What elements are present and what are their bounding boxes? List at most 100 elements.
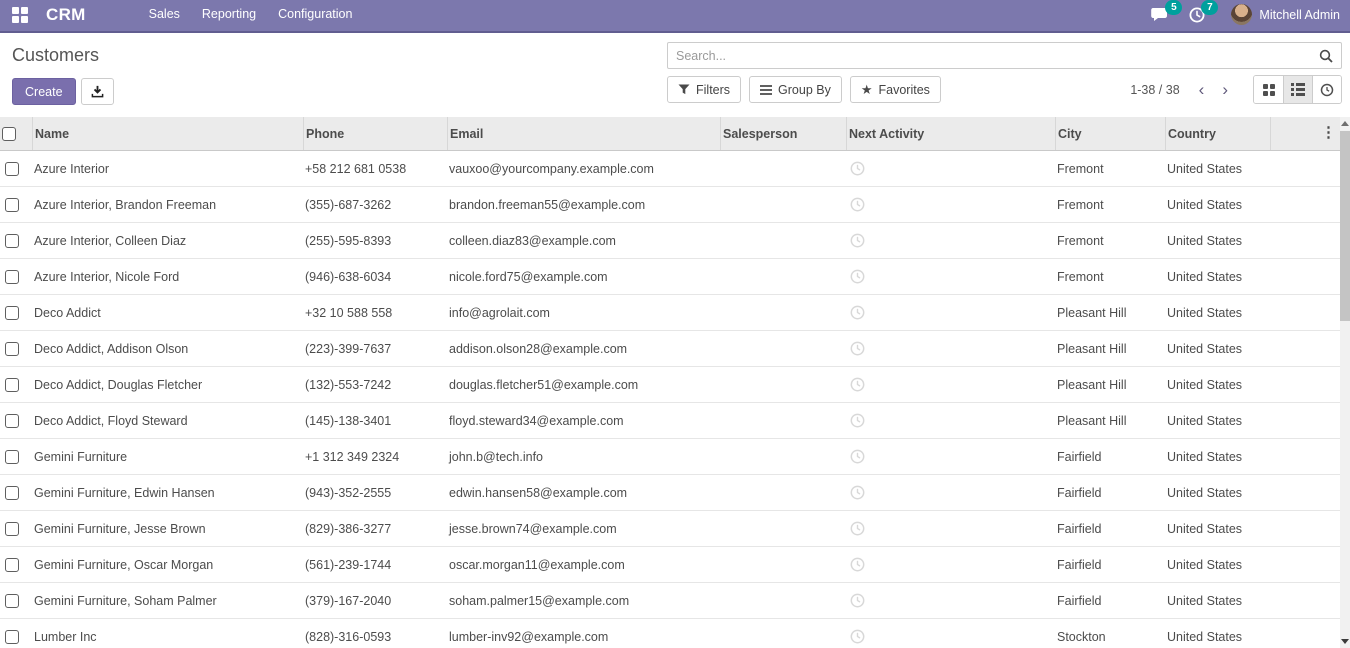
export-button[interactable] (81, 78, 114, 105)
table-row[interactable]: Deco Addict +32 10 588 558 info@agrolait… (0, 295, 1340, 331)
activities-button[interactable]: 7 (1189, 7, 1205, 23)
next-activity-clock-icon[interactable] (850, 377, 865, 392)
pager-next[interactable]: › (1213, 77, 1237, 102)
next-activity-clock-icon[interactable] (850, 341, 865, 356)
scroll-up-arrow[interactable] (1341, 121, 1349, 126)
page-title: Customers (12, 45, 667, 66)
next-activity-clock-icon[interactable] (850, 413, 865, 428)
table-row[interactable]: Deco Addict, Addison Olson (223)-399-763… (0, 331, 1340, 367)
table-row[interactable]: Azure Interior, Nicole Ford (946)-638-60… (0, 259, 1340, 295)
next-activity-clock-icon[interactable] (850, 269, 865, 284)
row-checkbox[interactable] (5, 558, 19, 572)
next-activity-clock-icon[interactable] (850, 449, 865, 464)
cell-next-activity (846, 197, 1055, 212)
cell-next-activity (846, 629, 1055, 644)
pager-value[interactable]: 1-38 / 38 (1130, 83, 1179, 97)
filters-button[interactable]: Filters (667, 76, 741, 103)
vertical-scrollbar[interactable] (1340, 117, 1350, 648)
scrollbar-thumb[interactable] (1340, 131, 1350, 321)
row-checkbox[interactable] (5, 450, 19, 464)
next-activity-clock-icon[interactable] (850, 557, 865, 572)
row-checkbox-cell (0, 198, 32, 212)
table-row[interactable]: Azure Interior, Colleen Diaz (255)-595-8… (0, 223, 1340, 259)
customers-list: Name Phone Email Salesperson Next Activi… (0, 117, 1350, 648)
search-input[interactable] (668, 49, 1311, 63)
row-checkbox[interactable] (5, 630, 19, 644)
table-row[interactable]: Deco Addict, Floyd Steward (145)-138-340… (0, 403, 1340, 439)
table-row[interactable]: Azure Interior +58 212 681 0538 vauxoo@y… (0, 151, 1340, 187)
app-brand[interactable]: CRM (46, 5, 86, 25)
header-salesperson[interactable]: Salesperson (720, 117, 846, 150)
next-activity-clock-icon[interactable] (850, 233, 865, 248)
table-row[interactable]: Gemini Furniture, Edwin Hansen (943)-352… (0, 475, 1340, 511)
row-checkbox-cell (0, 558, 32, 572)
row-checkbox[interactable] (5, 270, 19, 284)
row-checkbox[interactable] (5, 234, 19, 248)
select-all-checkbox[interactable] (2, 127, 16, 141)
table-row[interactable]: Gemini Furniture +1 312 349 2324 john.b@… (0, 439, 1340, 475)
row-checkbox[interactable] (5, 198, 19, 212)
next-activity-clock-icon[interactable] (850, 305, 865, 320)
table-row[interactable]: Gemini Furniture, Soham Palmer (379)-167… (0, 583, 1340, 619)
user-name: Mitchell Admin (1259, 8, 1340, 22)
cell-name: Gemini Furniture, Edwin Hansen (32, 486, 303, 500)
header-next-activity[interactable]: Next Activity (846, 117, 1055, 150)
list-view-button[interactable] (1283, 76, 1312, 103)
row-checkbox[interactable] (5, 414, 19, 428)
search-icon (1319, 49, 1333, 63)
activity-view-button[interactable] (1312, 76, 1341, 103)
header-phone[interactable]: Phone (303, 117, 447, 150)
header-city[interactable]: City (1055, 117, 1165, 150)
next-activity-clock-icon[interactable] (850, 197, 865, 212)
kanban-view-button[interactable] (1254, 76, 1283, 103)
apps-menu-icon[interactable] (12, 7, 28, 23)
row-checkbox[interactable] (5, 342, 19, 356)
cell-phone: +32 10 588 558 (303, 306, 447, 320)
cell-phone: (145)-138-3401 (303, 414, 447, 428)
table-row[interactable]: Deco Addict, Douglas Fletcher (132)-553-… (0, 367, 1340, 403)
table-row[interactable]: Gemini Furniture, Oscar Morgan (561)-239… (0, 547, 1340, 583)
menu-sales[interactable]: Sales (138, 0, 191, 30)
table-row[interactable]: Azure Interior, Brandon Freeman (355)-68… (0, 187, 1340, 223)
next-activity-clock-icon[interactable] (850, 593, 865, 608)
row-checkbox[interactable] (5, 594, 19, 608)
table-row[interactable]: Gemini Furniture, Jesse Brown (829)-386-… (0, 511, 1340, 547)
next-activity-clock-icon[interactable] (850, 521, 865, 536)
cell-name: Gemini Furniture (32, 450, 303, 464)
search-button[interactable] (1311, 49, 1341, 63)
optional-columns-button[interactable]: ⋮ (1321, 122, 1336, 144)
row-checkbox[interactable] (5, 306, 19, 320)
header-email[interactable]: Email (447, 117, 720, 150)
create-button[interactable]: Create (12, 78, 76, 105)
table-row[interactable]: Lumber Inc (828)-316-0593 lumber-inv92@e… (0, 619, 1340, 648)
activities-badge: 7 (1201, 0, 1218, 15)
next-activity-clock-icon[interactable] (850, 161, 865, 176)
cell-email: addison.olson28@example.com (447, 342, 720, 356)
pager-previous[interactable]: ‹ (1190, 77, 1214, 102)
row-checkbox[interactable] (5, 162, 19, 176)
header-country[interactable]: Country (1165, 117, 1270, 150)
row-checkbox[interactable] (5, 378, 19, 392)
row-checkbox[interactable] (5, 486, 19, 500)
scroll-down-arrow[interactable] (1341, 639, 1349, 644)
favorites-button[interactable]: ★ Favorites (850, 76, 941, 103)
row-checkbox[interactable] (5, 522, 19, 536)
header-name[interactable]: Name (32, 117, 303, 150)
menu-reporting[interactable]: Reporting (191, 0, 267, 30)
cell-email: brandon.freeman55@example.com (447, 198, 720, 212)
next-activity-clock-icon[interactable] (850, 485, 865, 500)
cell-next-activity (846, 413, 1055, 428)
cell-country: United States (1165, 450, 1270, 464)
cell-email: jesse.brown74@example.com (447, 522, 720, 536)
user-menu[interactable]: Mitchell Admin (1231, 4, 1340, 25)
cell-phone: +58 212 681 0538 (303, 162, 447, 176)
cell-name: Azure Interior, Nicole Ford (32, 270, 303, 284)
next-activity-clock-icon[interactable] (850, 629, 865, 644)
cell-email: soham.palmer15@example.com (447, 594, 720, 608)
menu-configuration[interactable]: Configuration (267, 0, 363, 30)
group-by-button[interactable]: Group By (749, 76, 842, 103)
messages-button[interactable]: 5 (1151, 7, 1169, 23)
cell-phone: +1 312 349 2324 (303, 450, 447, 464)
kanban-icon (1263, 84, 1275, 96)
cell-name: Deco Addict (32, 306, 303, 320)
